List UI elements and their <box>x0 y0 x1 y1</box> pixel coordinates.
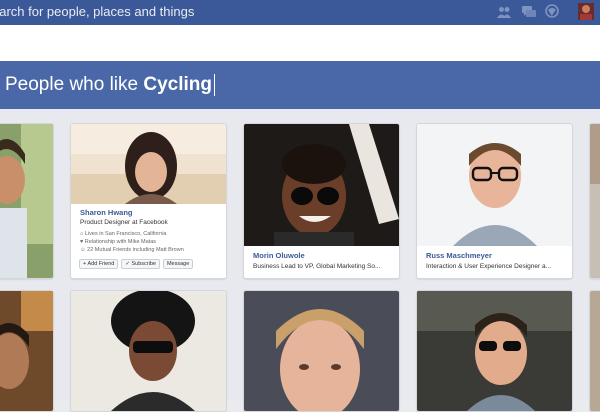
graph-search-query-bar: People who like Cycling <box>0 61 600 109</box>
query-text[interactable]: People who like Cycling <box>5 61 215 109</box>
search-input[interactable]: earch for people, places and things <box>0 3 194 21</box>
person-photo <box>417 291 572 411</box>
person-relationship-text: Relationship with Mike Matas <box>84 239 157 245</box>
person-card[interactable]: Morin Oluwole Business Lead to VP, Globa… <box>243 123 400 279</box>
person-card[interactable]: Russ Maschmeyer Interaction & User Exper… <box>416 123 573 279</box>
person-card[interactable] <box>0 290 54 412</box>
person-info: Russ Maschmeyer Interaction & User Exper… <box>417 246 572 278</box>
person-info: Sharon Hwang Product Designer at Faceboo… <box>71 204 226 278</box>
person-card[interactable] <box>589 123 600 279</box>
person-photo <box>0 124 53 278</box>
person-photo <box>71 291 226 411</box>
subscribe-label: Subscribe <box>131 261 156 267</box>
person-name[interactable]: Sharon Hwang <box>80 208 133 217</box>
person-photo <box>71 124 226 204</box>
query-term: Cycling <box>143 74 212 95</box>
person-photo <box>590 291 600 411</box>
secondary-bar <box>0 25 600 62</box>
person-card[interactable] <box>70 290 227 412</box>
person-actions: + Add Friend ✓ Subscribe Message <box>79 259 194 269</box>
add-friend-label: Add Friend <box>87 261 115 267</box>
subscribe-button[interactable]: ✓ Subscribe <box>121 259 160 269</box>
friend-requests-icon[interactable] <box>497 5 511 23</box>
person-card[interactable]: Sharon Hwang Product Designer at Faceboo… <box>70 123 227 279</box>
person-location-text: Lives in San Francisco, California <box>84 231 167 237</box>
add-friend-button[interactable]: + Add Friend <box>79 259 119 269</box>
profile-avatar-icon[interactable] <box>578 3 594 25</box>
message-button[interactable]: Message <box>162 259 194 269</box>
top-bar: earch for people, places and things <box>0 0 600 25</box>
query-prefix: People who like <box>5 74 144 95</box>
person-relationship: ♥ Relationship with Mike Matas <box>80 239 157 245</box>
person-title: Product Designer at Facebook <box>80 219 168 226</box>
person-location: ⌂ Lives in San Francisco, California <box>80 231 167 237</box>
person-mutual-text: 22 Mutual Friends including Matt Brown <box>87 247 184 253</box>
person-name[interactable]: Morin Oluwole <box>253 251 305 260</box>
person-title: Interaction & User Experience Designer a… <box>426 263 552 270</box>
messages-icon[interactable] <box>522 5 537 23</box>
person-card[interactable] <box>243 290 400 412</box>
person-title: Business Lead to VP, Global Marketing So… <box>253 263 381 270</box>
person-photo <box>244 124 399 246</box>
person-card[interactable] <box>0 123 54 279</box>
person-photo <box>590 124 600 278</box>
person-photo <box>0 291 53 411</box>
person-photo <box>417 124 572 246</box>
person-mutual-friends: ☺ 22 Mutual Friends including Matt Brown <box>80 247 184 253</box>
text-caret <box>214 73 215 96</box>
results-grid: Sharon Hwang Product Designer at Faceboo… <box>0 109 600 412</box>
person-card[interactable] <box>416 290 573 412</box>
person-name[interactable]: Russ Maschmeyer <box>426 251 492 260</box>
person-card[interactable] <box>589 290 600 412</box>
person-info: Morin Oluwole Business Lead to VP, Globa… <box>244 246 399 278</box>
notifications-icon[interactable] <box>545 4 559 23</box>
person-photo <box>244 291 399 411</box>
